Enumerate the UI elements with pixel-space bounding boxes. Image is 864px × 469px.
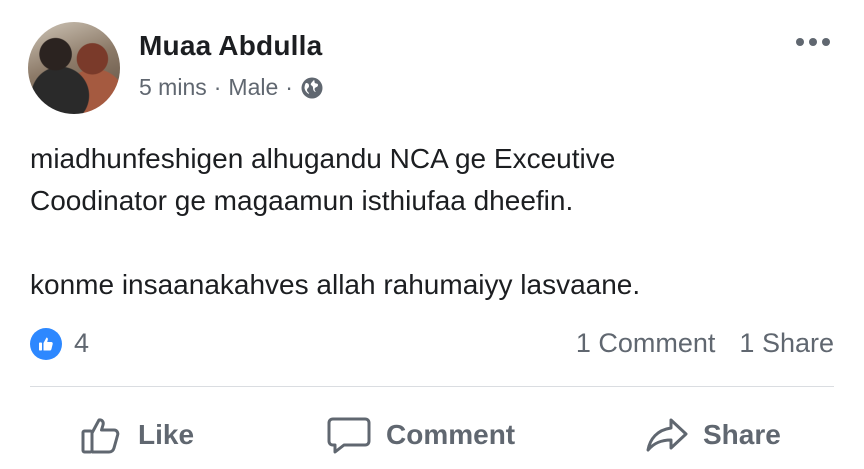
post-meta: 5 mins · Male ·	[139, 74, 324, 101]
share-count[interactable]: 1 Share	[739, 328, 834, 359]
meta-separator: ·	[213, 74, 222, 100]
like-count[interactable]: 4	[74, 328, 89, 359]
post-card: Muaa Abdulla 5 mins · Male · miadhunfesh…	[0, 0, 864, 469]
share-arrow-icon	[646, 418, 688, 452]
post-location[interactable]: Male	[228, 74, 278, 101]
comment-bubble-icon	[327, 417, 371, 454]
share-button[interactable]: Share	[645, 410, 781, 460]
globe-icon[interactable]	[300, 76, 324, 100]
avatar[interactable]	[28, 22, 120, 114]
thumbs-up-icon	[81, 418, 120, 454]
dot-icon	[809, 38, 817, 46]
like-reaction-icon[interactable]	[30, 328, 62, 360]
post-text-line: konme insaanakahves allah rahumaiyy lasv…	[30, 269, 641, 300]
meta-separator: ·	[285, 74, 293, 100]
like-label: Like	[138, 419, 195, 450]
post-text-line: Coodinator ge magaamun isthiufaa dheefin…	[30, 185, 574, 216]
comment-label: Comment	[386, 419, 516, 450]
post-text-line: miadhunfeshigen alhugandu NCA ge Exceuti…	[30, 143, 616, 174]
comment-button[interactable]: Comment	[326, 410, 515, 460]
dot-icon	[822, 38, 830, 46]
author-name[interactable]: Muaa Abdulla	[139, 30, 322, 62]
post-stats: 4 1 Comment 1 Share	[30, 324, 834, 364]
action-bar: Like Comment Share	[0, 410, 864, 460]
like-button[interactable]: Like	[80, 410, 194, 460]
more-options-icon[interactable]	[796, 38, 830, 46]
post-content: miadhunfeshigen alhugandu NCA ge Exceuti…	[30, 138, 830, 306]
divider	[30, 386, 834, 387]
post-time[interactable]: 5 mins	[139, 74, 207, 101]
dot-icon	[796, 38, 804, 46]
comment-count[interactable]: 1 Comment	[576, 328, 716, 359]
share-label: Share	[703, 419, 781, 450]
